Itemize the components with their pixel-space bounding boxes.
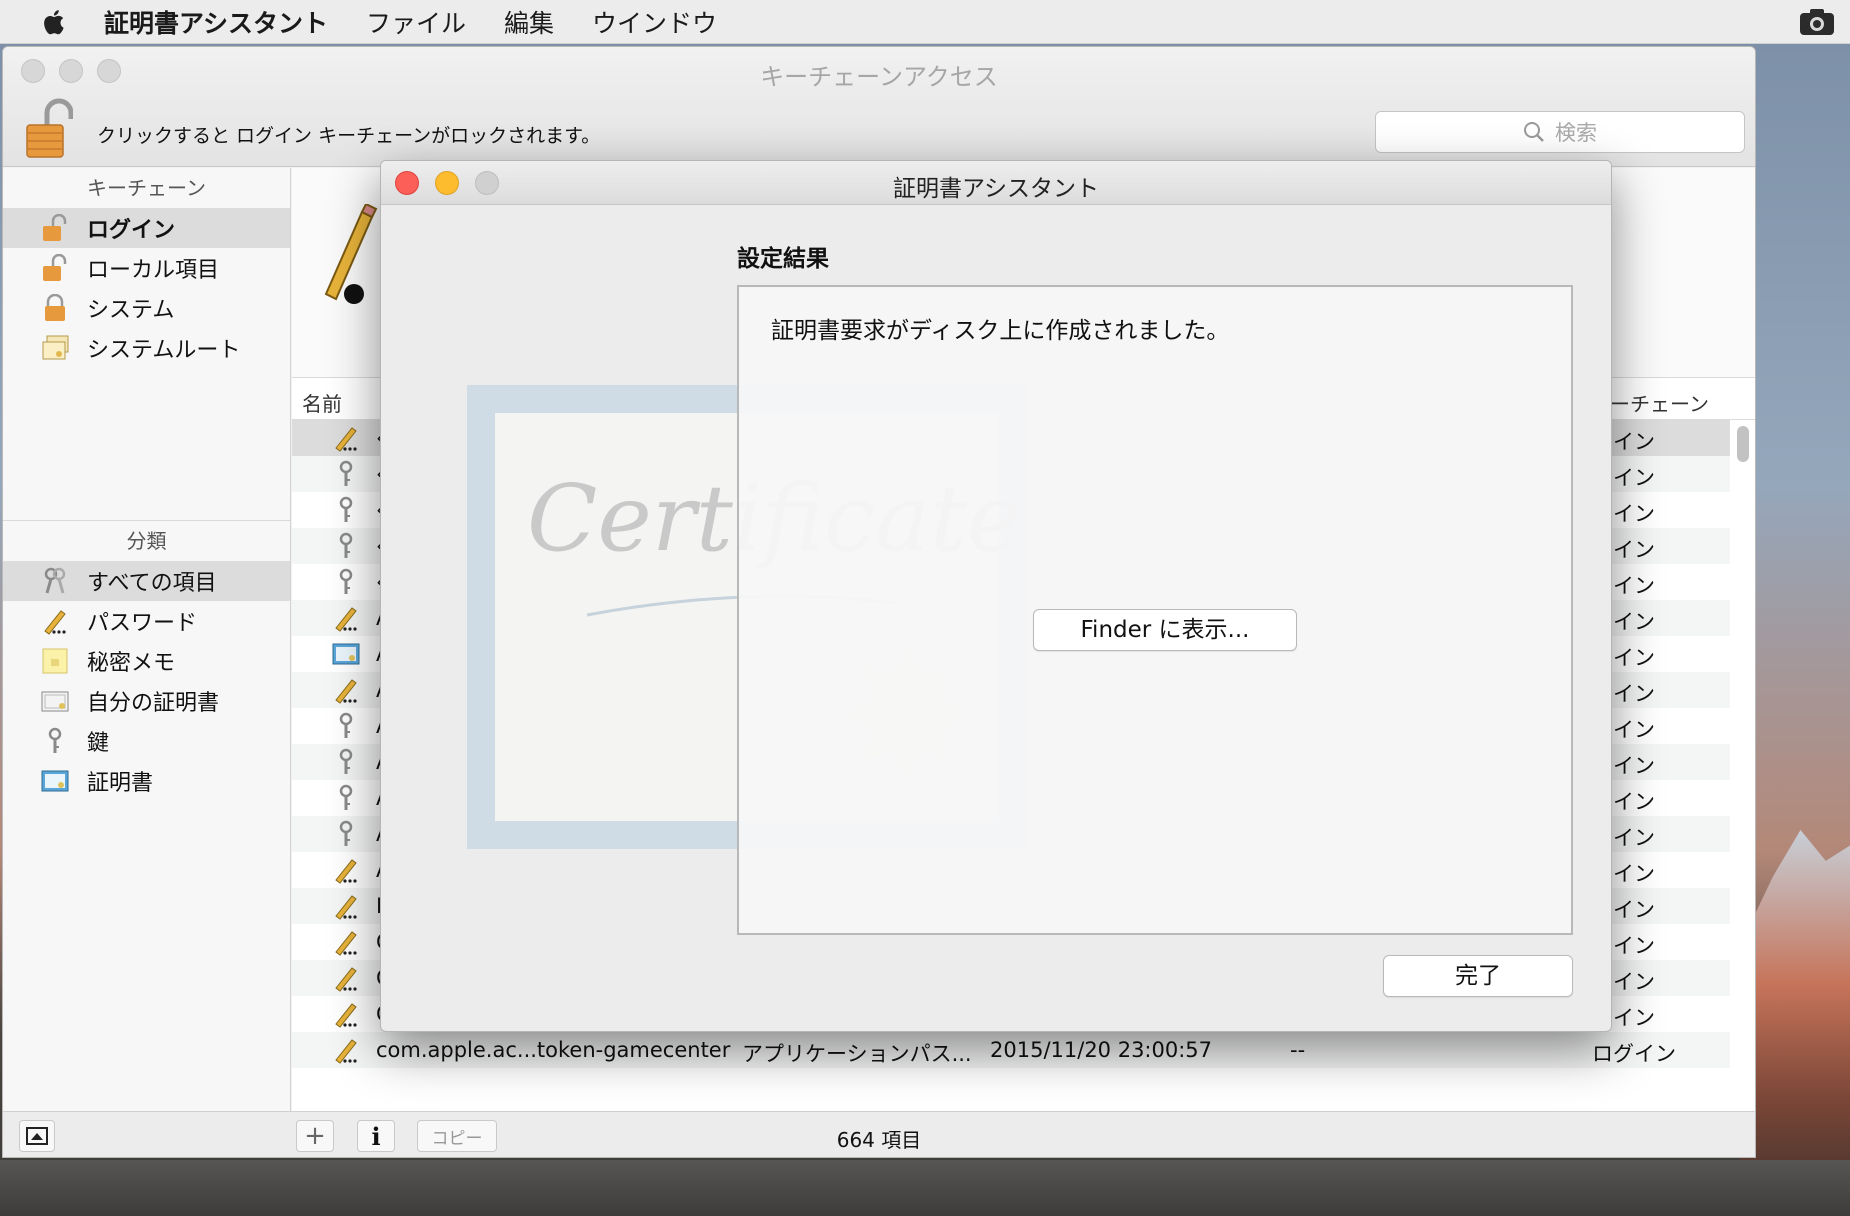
mountain-wallpaper: [1740, 830, 1850, 1216]
sidebar-item-keys[interactable]: 鍵: [3, 721, 290, 761]
done-button[interactable]: 完了: [1383, 955, 1573, 997]
show-in-finder-button[interactable]: Finder に表示...: [1033, 609, 1297, 651]
lock-status-text: クリックすると ログイン キーチェーンがロックされます。: [97, 125, 601, 147]
row-modified-date: 2015/11/20 23:00:57: [990, 1038, 1213, 1062]
lock-icon: [45, 294, 65, 321]
sidebar-item-label: ログイン: [87, 218, 176, 243]
pencil-icon: [44, 610, 66, 635]
sidebar-item-label: ローカル項目: [87, 258, 220, 283]
lock-open-icon: [43, 214, 67, 241]
menu-window[interactable]: ウインドウ: [592, 4, 717, 40]
sidebar-item-my-certificates[interactable]: 自分の証明書: [3, 681, 290, 721]
sidebar-item-passwords[interactable]: パスワード: [3, 601, 290, 641]
certificate-icon: [41, 770, 69, 792]
key-icon: [332, 712, 360, 740]
vertical-scrollbar[interactable]: [1737, 426, 1749, 462]
sidebar-item-secure-notes[interactable]: 秘密メモ: [3, 641, 290, 681]
apple-menu-icon[interactable]: [40, 7, 70, 37]
key-icon: [332, 460, 360, 488]
sidebar-item-label: すべての項目: [87, 571, 217, 596]
categories-header: 分類: [126, 529, 167, 553]
sidebar-item-label: パスワード: [87, 611, 198, 636]
menu-edit[interactable]: 編集: [504, 4, 554, 40]
sidebar-item-label: 鍵: [87, 731, 110, 756]
result-message: 証明書要求がディスク上に作成されました。: [771, 318, 1230, 344]
wallpaper-rock: [0, 1160, 1850, 1216]
column-header-keychain[interactable]: ーチェーン: [1610, 388, 1709, 417]
sidebar-item-label: 自分の証明書: [87, 691, 220, 716]
key-icon: [332, 820, 360, 848]
dialog-title: 証明書アシスタント: [892, 176, 1100, 202]
keys-icon: [44, 567, 66, 594]
window-title: キーチェーンアクセス: [760, 63, 998, 91]
pencil-icon: [332, 856, 360, 884]
sidebar-item-login[interactable]: ログイン: [3, 208, 290, 248]
pencil-icon: [332, 604, 360, 632]
pencil-icon: [332, 1000, 360, 1028]
keychains-header: キーチェーン: [87, 176, 206, 200]
sidebar-item-label: システムルート: [87, 338, 241, 363]
pencil-icon: [332, 676, 360, 704]
camera-menu-extra-icon[interactable]: [1798, 6, 1836, 38]
item-count: 664 項目: [836, 1128, 922, 1152]
result-panel: 証明書要求がディスク上に作成されました。 Finder に表示...: [737, 285, 1573, 935]
pencil-icon: [332, 964, 360, 992]
key-icon: [332, 496, 360, 524]
search-placeholder: 検索: [1555, 121, 1597, 145]
sidebar-item-system-roots[interactable]: システムルート: [3, 328, 290, 368]
menu-bar: 証明書アシスタント ファイル 編集 ウインドウ: [0, 0, 1850, 44]
sidebar-item-system[interactable]: システム: [3, 288, 290, 328]
sidebar: キーチェーン ログイン ローカル項目 システム システムルート 分類 すべての項…: [3, 168, 291, 1111]
table-row[interactable]: com.apple.ac...token-gamecenter アプリケーションパ…: [292, 1032, 1730, 1068]
pencil-preview-icon: [324, 204, 378, 304]
row-name: com.apple.ac...token-gamecenter: [376, 1038, 731, 1062]
pencil-icon: [332, 928, 360, 956]
sidebar-item-label: 証明書: [87, 771, 154, 796]
my-certificate-icon: [41, 691, 69, 712]
sidebar-item-local-items[interactable]: ローカル項目: [3, 248, 290, 288]
row-keychain: ログイン: [1592, 1042, 1676, 1066]
unlocked-padlock-icon[interactable]: [25, 97, 73, 159]
row-expires: --: [1290, 1038, 1306, 1062]
certificate-icon: [332, 640, 360, 668]
pencil-icon: [332, 1036, 360, 1064]
key-icon: [332, 568, 360, 596]
key-icon: [332, 532, 360, 560]
row-kind: アプリケーションパス...: [742, 1042, 972, 1066]
window-toolbar: キーチェーンアクセス クリックすると ログイン キーチェーンがロックされます。 …: [3, 47, 1755, 167]
pencil-icon: [332, 892, 360, 920]
sidebar-item-certificates[interactable]: 証明書: [3, 761, 290, 801]
lock-open-icon: [43, 254, 67, 281]
key-icon: [48, 727, 62, 753]
column-header-name[interactable]: 名前: [302, 388, 342, 417]
sidebar-item-label: 秘密メモ: [87, 651, 176, 676]
dialog-titlebar: 証明書アシスタント: [381, 161, 1611, 205]
sidebar-item-label: システム: [87, 298, 175, 323]
certificates-icon: [42, 335, 69, 360]
section-title: 設定結果: [737, 246, 829, 272]
menu-file[interactable]: ファイル: [366, 4, 466, 40]
certificate-assistant-dialog: 証明書アシスタント Certificate 設定結果 証明書要求がディスク上に作…: [380, 160, 1612, 1032]
note-icon: [42, 648, 68, 674]
key-icon: [332, 784, 360, 812]
key-icon: [332, 748, 360, 776]
sidebar-item-all-items[interactable]: すべての項目: [3, 561, 290, 601]
pencil-icon: [332, 424, 360, 452]
search-input[interactable]: 検索: [1375, 111, 1745, 153]
bottom-toolbar: + i コピー 664 項目: [3, 1111, 1755, 1157]
menu-app-name[interactable]: 証明書アシスタント: [104, 4, 328, 40]
search-icon: [1524, 122, 1544, 142]
